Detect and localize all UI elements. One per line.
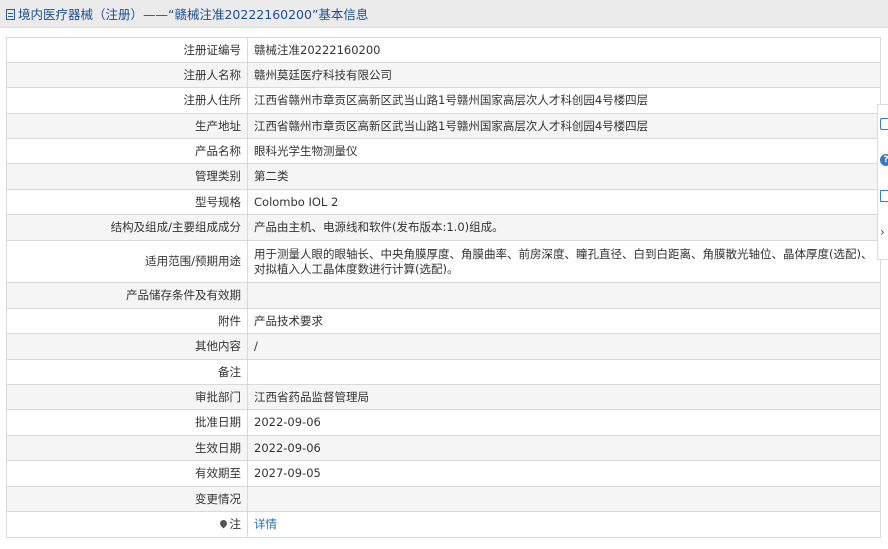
table-row: 产品储存条件及有效期 (6, 282, 881, 309)
page-header: 境内医疗器械（注册）——“赣械注准20222160200”基本信息 (0, 0, 888, 28)
info-table: 注册证编号 赣械注准20222160200 注册人名称 赣州莫廷医疗科技有限公司… (6, 37, 881, 538)
table-row: 审批部门 江西省药品监督管理局 (6, 384, 881, 410)
row-label-structure: 结构及组成/主要组成成分 (6, 214, 248, 241)
row-label-product-name: 产品名称 (6, 138, 248, 164)
row-label-approval-date: 批准日期 (6, 409, 248, 436)
table-row: 管理类别 第二类 (6, 163, 881, 190)
row-label-production-address: 生产地址 (6, 113, 248, 139)
row-label-registration-no: 注册证编号 (6, 37, 248, 63)
table-row: 附件 产品技术要求 (6, 308, 881, 334)
row-value-product-name: 眼科光学生物测量仪 (247, 138, 881, 164)
row-value-effective-date: 2022-09-06 (247, 435, 881, 461)
table-row: 结构及组成/主要组成成分 产品由主机、电源线和软件(发布版本:1.0)组成。 (6, 214, 881, 241)
row-value-remarks (247, 359, 881, 385)
page-title: 境内医疗器械（注册）——“赣械注准20222160200”基本信息 (18, 7, 369, 22)
row-value-intended-use: 用于测量人眼的眼轴长、中央角膜厚度、角膜曲率、前房深度、瞳孔直径、白到白距离、角… (247, 240, 881, 283)
table-row: 批准日期 2022-09-06 (6, 409, 881, 436)
note-label: 注 (229, 517, 242, 531)
row-label-management-class: 管理类别 (6, 163, 248, 190)
row-value-valid-until: 2027-09-05 (247, 460, 881, 487)
row-value-registration-no: 赣械注准20222160200 (247, 37, 881, 63)
table-row: 型号规格 Colombo IOL 2 (6, 189, 881, 215)
row-label-registrant-address: 注册人住所 (6, 87, 248, 114)
side-toolbar: ? › (877, 104, 888, 260)
row-label-effective-date: 生效日期 (6, 435, 248, 461)
row-label-other: 其他内容 (6, 333, 248, 360)
row-value-change-history (247, 486, 881, 512)
table-row: 产品名称 眼科光学生物测量仪 (6, 138, 881, 164)
edit-icon[interactable] (880, 118, 888, 130)
details-link[interactable]: 详情 (254, 517, 277, 531)
row-value-storage (247, 282, 881, 309)
row-label-attachment: 附件 (6, 308, 248, 334)
row-value-other: / (247, 333, 881, 360)
table-row: 变更情况 (6, 486, 881, 512)
table-row: 适用范围/预期用途 用于测量人眼的眼轴长、中央角膜厚度、角膜曲率、前房深度、瞳孔… (6, 240, 881, 283)
table-row: 注册人住所 江西省赣州市章贡区高新区武当山路1号赣州国家高层次人才科创园4号楼四… (6, 87, 881, 114)
row-label-note: 注 (6, 511, 248, 538)
table-row: 注册人名称 赣州莫廷医疗科技有限公司 (6, 62, 881, 88)
table-row: 生效日期 2022-09-06 (6, 435, 881, 461)
row-label-remarks: 备注 (6, 359, 248, 385)
row-label-intended-use: 适用范围/预期用途 (6, 240, 248, 283)
help-icon[interactable]: ? (880, 154, 888, 166)
table-row: 其他内容 / (6, 333, 881, 360)
row-value-approval-date: 2022-09-06 (247, 409, 881, 436)
row-value-registrant-name: 赣州莫廷医疗科技有限公司 (247, 62, 881, 88)
row-value-attachment: 产品技术要求 (247, 308, 881, 334)
chevron-right-icon[interactable]: › (880, 226, 888, 238)
row-label-valid-until: 有效期至 (6, 460, 248, 487)
table-row: 注册证编号 赣械注准20222160200 (6, 37, 881, 63)
row-label-registrant-name: 注册人名称 (6, 62, 248, 88)
row-label-change-history: 变更情况 (6, 486, 248, 512)
table-row: 备注 (6, 359, 881, 385)
row-label-storage: 产品储存条件及有效期 (6, 282, 248, 309)
row-value-registrant-address: 江西省赣州市章贡区高新区武当山路1号赣州国家高层次人才科创园4号楼四层 (247, 87, 881, 114)
table-row: 有效期至 2027-09-05 (6, 460, 881, 487)
row-value-note: 详情 (247, 511, 881, 538)
row-label-model-spec: 型号规格 (6, 189, 248, 215)
row-value-management-class: 第二类 (247, 163, 881, 190)
pin-icon (218, 518, 228, 529)
row-value-structure: 产品由主机、电源线和软件(发布版本:1.0)组成。 (247, 214, 881, 241)
row-value-approval-dept: 江西省药品监督管理局 (247, 384, 881, 410)
table-row: 生产地址 江西省赣州市章贡区高新区武当山路1号赣州国家高层次人才科创园4号楼四层 (6, 113, 881, 139)
row-label-approval-dept: 审批部门 (6, 384, 248, 410)
document-icon (6, 8, 15, 20)
copy-icon[interactable] (880, 190, 888, 202)
row-value-production-address: 江西省赣州市章贡区高新区武当山路1号赣州国家高层次人才科创园4号楼四层 (247, 113, 881, 139)
table-row: 注 详情 (6, 511, 881, 538)
row-value-model-spec: Colombo IOL 2 (247, 189, 881, 215)
